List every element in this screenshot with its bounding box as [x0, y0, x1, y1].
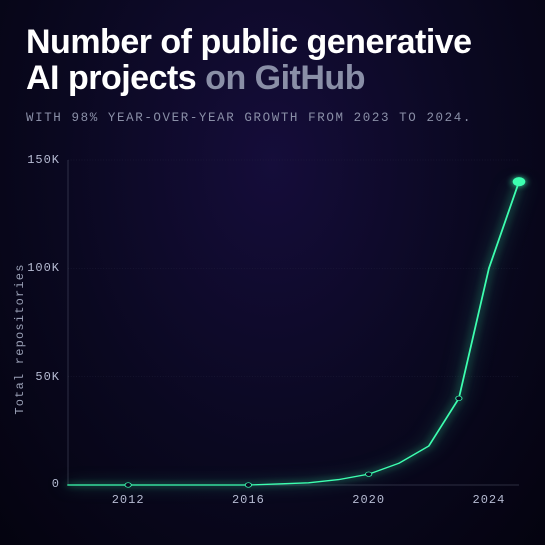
chart-title: Number of public generative AI projects … — [26, 24, 519, 97]
data-points — [125, 177, 525, 487]
x-ticks: 2012 2016 2020 2024 — [68, 493, 519, 513]
axes — [68, 160, 519, 485]
data-point — [125, 483, 131, 488]
x-tick: 2024 — [473, 493, 506, 507]
data-point — [513, 177, 526, 186]
data-line — [68, 182, 519, 485]
x-tick: 2012 — [112, 493, 145, 507]
plot-region — [68, 160, 519, 485]
y-tick: 0 — [52, 477, 60, 491]
y-ticks: 0 50K 100K 150K — [26, 160, 68, 485]
y-tick: 100K — [27, 261, 60, 275]
title-line2-muted: on GitHub — [205, 59, 365, 97]
title-line2a: AI projects — [26, 59, 205, 97]
y-tick: 150K — [27, 153, 60, 167]
data-point — [456, 396, 462, 401]
y-axis-label: Total repositories — [13, 263, 27, 414]
data-point — [366, 472, 372, 477]
chart-subtitle: WITH 98% YEAR-OVER-YEAR GROWTH FROM 2023… — [26, 111, 519, 125]
chart-area: Total repositories 0 50K 100K 150K — [26, 160, 519, 517]
y-tick: 50K — [35, 370, 60, 384]
x-tick: 2020 — [352, 493, 385, 507]
chart-svg — [68, 160, 519, 485]
title-line1: Number of public generative — [26, 23, 472, 61]
gridlines — [68, 160, 519, 377]
data-point — [245, 483, 251, 488]
chart-card: Number of public generative AI projects … — [0, 0, 545, 545]
x-tick: 2016 — [232, 493, 265, 507]
